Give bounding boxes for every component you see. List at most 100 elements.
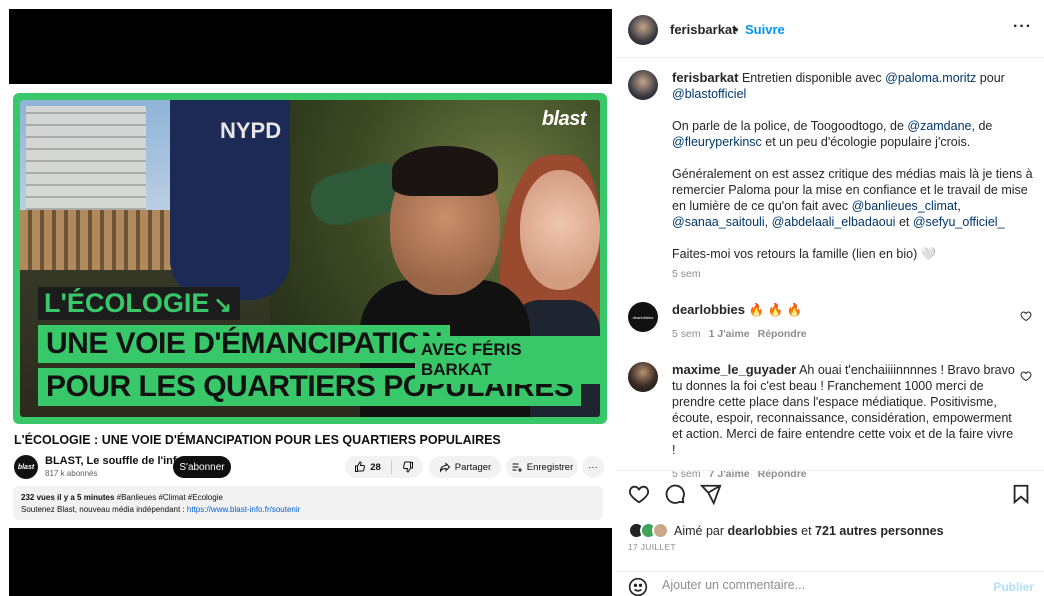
follow-button[interactable]: Suivre: [745, 22, 785, 37]
like-icon[interactable]: [628, 483, 650, 505]
caption-paragraph-1: ferisbarkat Entretien disponible avec @p…: [672, 70, 1042, 102]
comment-like-icon[interactable]: [1020, 310, 1032, 322]
headline-line-2: UNE VOIE D'ÉMANCIPATION: [38, 325, 451, 363]
comment-icon[interactable]: [664, 483, 686, 505]
mention-sefyu[interactable]: @sefyu_officiel_: [913, 215, 1005, 229]
caption-text: ferisbarkat Entretien disponible avec @p…: [672, 70, 1042, 282]
post-date: 17 JUILLET: [628, 542, 676, 552]
share-pill: Partager: [429, 456, 501, 478]
liker-avatar: [652, 522, 669, 539]
comment-meta: 5 sem 1 J'aime Répondre: [672, 326, 1018, 342]
comment-line: dearlobbies 🔥 🔥 🔥: [672, 302, 1018, 318]
subscribe-button: S'abonner: [173, 456, 231, 478]
fence: [20, 210, 180, 270]
blast-logo: blast: [541, 108, 587, 130]
guest-tag: AVEC FÉRIS BARKAT: [415, 336, 600, 384]
liked-user[interactable]: dearlobbies: [728, 524, 798, 538]
caption-username[interactable]: ferisbarkat: [672, 70, 738, 85]
mention-abdelaali[interactable]: @abdelaali_elbadaoui: [772, 215, 896, 229]
thumbs-down-icon: [402, 461, 413, 473]
mention-blastofficiel[interactable]: @blastofficiel: [672, 87, 746, 101]
comment-likes[interactable]: 1 J'aime: [709, 328, 750, 340]
youtube-screenshot: NYPD blast L'ÉCOLOGIE ↘ UNE VOIE D'ÉMANCI…: [9, 84, 612, 528]
caption-paragraph-4: Faites-moi vos retours la famille (lien …: [672, 246, 1042, 262]
author-username[interactable]: ferisbarkat: [670, 22, 736, 37]
woman-face: [520, 170, 600, 290]
commenter-avatar-text: dearlobbies: [632, 314, 654, 320]
headline-line-1-text: L'ÉCOLOGIE: [44, 288, 210, 318]
share-icon: [439, 462, 450, 473]
caption-time: 5 sem: [672, 268, 701, 280]
bookmark-icon[interactable]: [1010, 483, 1032, 505]
comment-like-icon[interactable]: [1020, 370, 1032, 382]
liked-count[interactable]: 721 autres personnes: [815, 524, 944, 538]
author-avatar[interactable]: [628, 15, 658, 45]
thumbnail-photo: NYPD blast L'ÉCOLOGIE ↘ UNE VOIE D'ÉMANCI…: [20, 100, 600, 417]
post-actions: Aimé par dearlobbies et 721 autres perso…: [616, 470, 1044, 596]
publish-button[interactable]: Publier: [993, 580, 1034, 594]
arrow-down-right-icon: ↘: [213, 292, 232, 317]
caption-text-10: Faites-moi vos retours la famille (lien …: [672, 247, 937, 261]
liked-mid: et: [797, 523, 816, 538]
save-label: Enregistrer: [526, 461, 574, 473]
like-dislike-pill: 28: [345, 456, 423, 478]
video-title: L'ÉCOLOGIE : UNE VOIE D'ÉMANCIPATION POU…: [14, 433, 501, 447]
view-count: 232 vues: [21, 493, 55, 502]
emoji-icon[interactable]: [628, 577, 648, 596]
more-options-icon[interactable]: ···: [1013, 18, 1032, 36]
caption-text-3: On parle de la police, de Toogoodtogo, d…: [672, 119, 908, 133]
headline-line-1: L'ÉCOLOGIE ↘: [38, 287, 240, 320]
mention-sanaa-saitouli[interactable]: @sanaa_saitouli: [672, 215, 765, 229]
description-text: Soutenez Blast, nouveau média indépendan…: [21, 505, 187, 514]
caption-text-9: et: [895, 215, 913, 229]
mention-banlieues-climat[interactable]: @banlieues_climat: [852, 199, 958, 213]
post-header: ferisbarkat • Suivre ···: [616, 0, 1044, 58]
comment-text: Ah ouai t'enchaiiiinnnnes ! Bravo bravo …: [672, 363, 1015, 457]
share-label: Partager: [454, 461, 492, 473]
send-icon[interactable]: [700, 483, 722, 505]
commenter-avatar[interactable]: [628, 362, 658, 392]
caption-text-1: Entretien disponible avec: [741, 71, 886, 85]
support-link: https://www.blast-info.fr/soutenir: [186, 505, 301, 514]
mention-fleuryperkinsc[interactable]: @fleuryperkinsc: [672, 135, 762, 149]
commenter-username[interactable]: maxime_le_guyader: [672, 362, 796, 377]
man-hair: [392, 146, 498, 196]
caption-paragraph-2: On parle de la police, de Toogoodtogo, d…: [672, 118, 1042, 150]
video-more-pill: ···: [582, 456, 604, 478]
letterbox-bottom: [9, 528, 612, 596]
like-count: 28: [370, 461, 381, 473]
channel-subscribers: 817 k abonnés: [45, 469, 98, 478]
caption-text-7: ,: [957, 199, 961, 213]
comment-body: dearlobbies 🔥 🔥 🔥 5 sem 1 J'aime Répondre: [672, 302, 1018, 342]
mention-paloma[interactable]: @paloma.moritz: [885, 71, 976, 85]
mention-zamdane[interactable]: @zamdane: [907, 119, 971, 133]
liked-prefix: Aimé par: [674, 523, 728, 538]
video-description: 232 vues il y a 5 minutes #Banlieues #Cl…: [13, 486, 603, 520]
caption-text-8: ,: [764, 215, 772, 229]
caption-avatar[interactable]: [628, 70, 658, 100]
caption-text-5: et un peu d'écologie populaire j'crois.: [761, 135, 971, 149]
letterbox-top: [9, 9, 612, 84]
comment-body: maxime_le_guyader Ah ouai t'enchaiiiinnn…: [672, 362, 1018, 482]
header-separator: •: [734, 22, 739, 37]
comment-text: 🔥 🔥 🔥: [748, 303, 803, 317]
post-sidebar: ferisbarkat • Suivre ··· ferisbarkat Ent…: [616, 0, 1044, 596]
channel-name: BLAST, Le souffle de l'info: [45, 455, 184, 467]
commenter-avatar[interactable]: dearlobbies: [628, 302, 658, 332]
pill-divider: [390, 460, 392, 474]
comment-line: maxime_le_guyader Ah ouai t'enchaiiiinnn…: [672, 362, 1018, 458]
save-pill: Enregistrer: [506, 456, 578, 478]
caption-text-4: , de: [971, 119, 993, 133]
hashtags: #Banlieues #Climat #Ecologie: [116, 493, 223, 502]
channel-avatar: blast: [14, 455, 38, 479]
post-media: NYPD blast L'ÉCOLOGIE ↘ UNE VOIE D'ÉMANCI…: [0, 0, 616, 596]
add-to-playlist-icon: [512, 463, 522, 472]
caption-text-2: pour: [976, 71, 1005, 85]
thumbs-up-icon: [355, 461, 366, 472]
commenter-username[interactable]: dearlobbies: [672, 302, 745, 317]
shirt-text: NYPD: [220, 118, 282, 143]
video-thumbnail: NYPD blast L'ÉCOLOGIE ↘ UNE VOIE D'ÉMANCI…: [13, 93, 607, 424]
reply-button[interactable]: Répondre: [758, 328, 807, 340]
comment-input[interactable]: [662, 578, 962, 592]
caption-paragraph-3: Généralement on est assez critique des m…: [672, 166, 1042, 230]
